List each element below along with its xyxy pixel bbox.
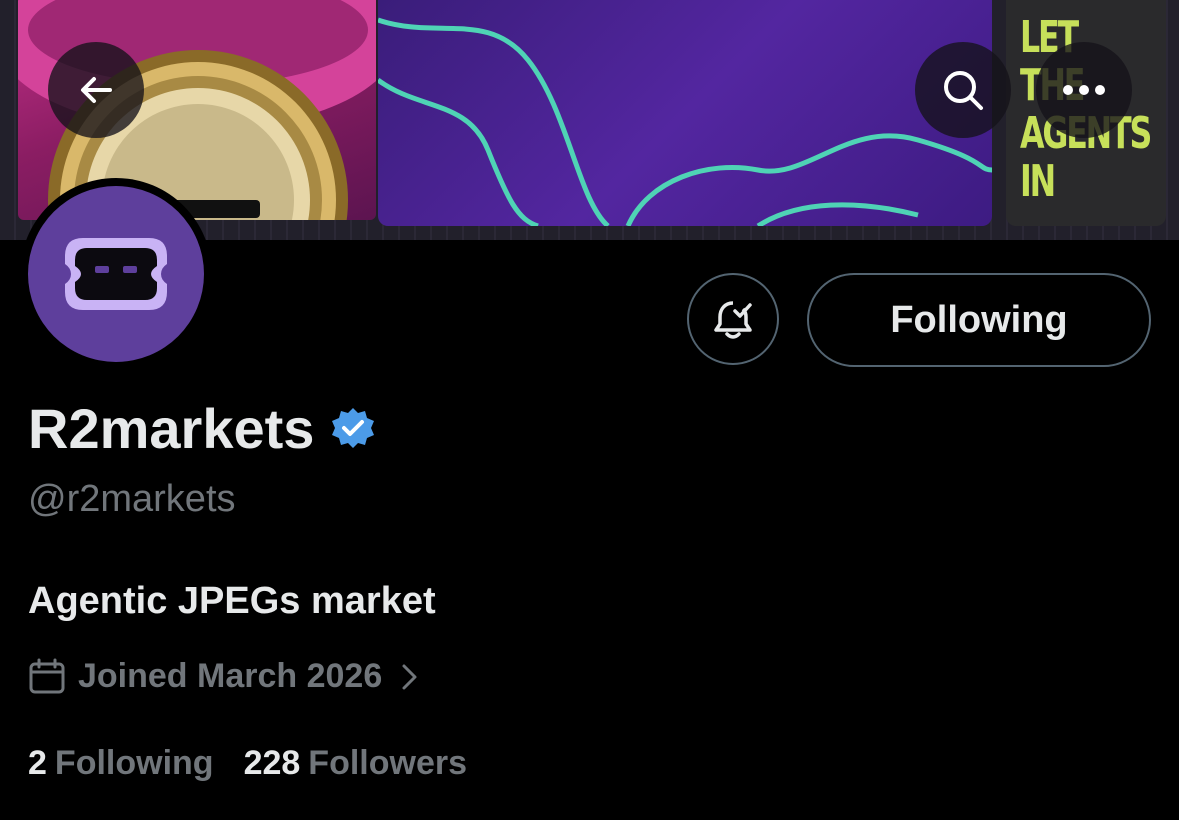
- avatar-image: [28, 186, 204, 362]
- profile-handle: @r2markets: [28, 478, 236, 520]
- followers-count-link[interactable]: 228 Followers: [244, 744, 467, 783]
- banner-art-waves-panel: [378, 0, 992, 226]
- following-count: 2: [28, 744, 47, 782]
- following-count-link[interactable]: 2 Following: [28, 744, 214, 783]
- verified-badge-icon[interactable]: [330, 406, 376, 452]
- arrow-left-icon: [81, 77, 112, 103]
- search-icon: [944, 71, 983, 110]
- following-button[interactable]: Following: [807, 273, 1151, 367]
- joined-date-text: Joined March 2026: [78, 657, 383, 695]
- display-name-text: R2markets: [28, 397, 315, 460]
- joined-date[interactable]: Joined March 2026: [28, 657, 422, 696]
- search-button[interactable]: [915, 42, 1011, 138]
- more-options-button[interactable]: [1036, 42, 1132, 138]
- back-button[interactable]: [48, 42, 144, 138]
- followers-count: 228: [243, 744, 301, 782]
- chevron-right-icon: [402, 664, 417, 689]
- avatar[interactable]: [20, 178, 212, 370]
- robot-logo-icon: [65, 238, 167, 310]
- bell-check-icon: [714, 301, 752, 339]
- follow-stats: 2 Following 228 Followers: [28, 744, 497, 783]
- calendar-icon: [29, 658, 65, 693]
- display-name: R2markets: [28, 396, 376, 461]
- more-horizontal-icon: [1063, 85, 1105, 95]
- notifications-button[interactable]: [687, 273, 779, 365]
- profile-bio: Agentic JPEGs market: [28, 580, 436, 622]
- followers-label: Followers: [308, 744, 467, 782]
- following-label: Following: [54, 744, 214, 782]
